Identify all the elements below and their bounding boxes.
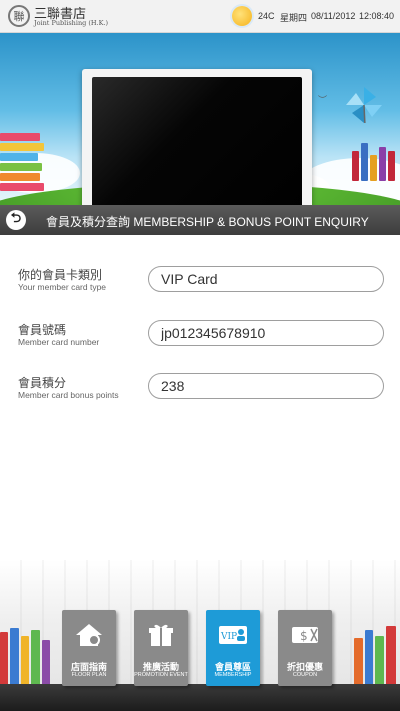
sunny-icon [232, 6, 252, 26]
pinwheel-icon [346, 87, 382, 123]
nav-membership[interactable]: VIP 會員尊區 MEMBERSHIP [206, 610, 260, 686]
vip-card-icon: VIP [218, 620, 248, 650]
nav-promotion-label-english: PROMOTION EVENT [134, 672, 188, 678]
book-stack-decoration [0, 133, 46, 205]
card-number-label: 會員號碼 [18, 323, 67, 337]
weekday: 星期四 [280, 13, 308, 23]
gift-box-icon [146, 620, 176, 650]
nav-promotion-event[interactable]: 推廣活動 PROMOTION EVENT [134, 610, 188, 686]
shelf-base [0, 684, 400, 711]
svg-text:$: $ [300, 629, 308, 643]
card-type-field[interactable] [148, 266, 384, 292]
birds-decoration: ︶ [318, 95, 328, 105]
page-title: 會員及積分查詢 MEMBERSHIP & BONUS POINT ENQUIRY [46, 215, 369, 229]
card-type-label-english: Your member card type [18, 282, 107, 292]
nav-membership-label-english: MEMBERSHIP [214, 672, 252, 678]
back-button[interactable]: ⮌ [6, 210, 26, 230]
nav-coupon-label-english: COUPON [292, 672, 318, 678]
section-header: ⮌ 會員及積分查詢 MEMBERSHIP & BONUS POINT ENQUI… [0, 205, 400, 235]
bonus-points-field[interactable] [148, 373, 384, 399]
book-decoration [354, 638, 363, 686]
back-arrow-icon: ⮌ [10, 210, 22, 225]
book-decoration [365, 630, 373, 686]
book-decoration [386, 626, 396, 686]
nav-floor-plan[interactable]: 店面指南 FLOOR PLAN [62, 610, 116, 686]
card-number-field[interactable] [148, 320, 384, 346]
book-decoration [31, 630, 40, 686]
nav-floor-plan-label-english: FLOOR PLAN [71, 672, 107, 678]
date: 08/11/2012 [311, 11, 356, 21]
store-name-english: Joint Publishing (H.K.) [34, 19, 109, 27]
top-bar: 聯 三聯書店 Joint Publishing (H.K.) 24C 星期四 0… [0, 0, 400, 33]
bonus-points-label-english: Member card bonus points [18, 390, 119, 400]
temperature: 24C [258, 11, 275, 21]
coupon-icon: $ [290, 620, 320, 650]
video-screen [92, 77, 302, 205]
house-search-icon [74, 620, 104, 650]
book-decoration [10, 628, 19, 686]
hero-banner: ︶ ︶ ︶ [0, 33, 400, 205]
book-decoration [21, 636, 29, 686]
card-type-label: 你的會員卡類別 [18, 268, 103, 282]
clock-time: 12:08:40 [359, 11, 395, 21]
book-decoration [42, 640, 50, 686]
nav-coupon[interactable]: $ 折扣優惠 COUPON [278, 610, 332, 686]
book-row-decoration [352, 143, 395, 181]
book-decoration [0, 632, 8, 686]
card-number-label-english: Member card number [18, 337, 100, 347]
book-decoration [375, 636, 384, 686]
svg-text:VIP: VIP [220, 632, 237, 642]
photo-frame [82, 69, 312, 205]
store-logo-icon: 聯 [8, 5, 30, 27]
bonus-points-label: 會員積分 [18, 376, 67, 390]
